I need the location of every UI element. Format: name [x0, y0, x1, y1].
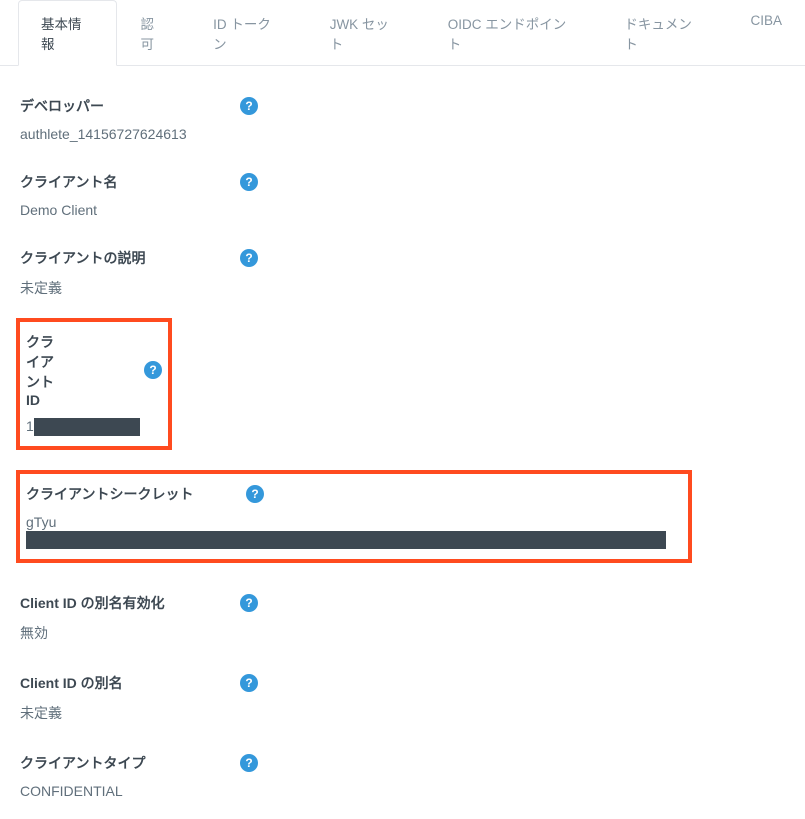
tab-oidc-endpoint[interactable]: OIDC エンドポイント: [425, 0, 602, 66]
tab-jwk-set[interactable]: JWK セット: [307, 0, 425, 66]
developer-value: authlete_14156727624613: [20, 126, 785, 142]
help-icon[interactable]: ?: [240, 97, 258, 115]
help-icon[interactable]: ?: [240, 249, 258, 267]
highlight-client-secret: クライアントシークレット ? gTyu: [16, 470, 692, 562]
field-client-type: クライアントタイプ ? CONFIDENTIAL: [20, 753, 785, 799]
client-secret-value: gTyu: [26, 514, 682, 548]
client-description-value: 未定義: [20, 278, 785, 298]
help-icon[interactable]: ?: [240, 173, 258, 191]
tab-document[interactable]: ドキュメント: [601, 0, 727, 66]
help-icon[interactable]: ?: [144, 361, 162, 379]
client-description-label: クライアントの説明: [20, 248, 240, 268]
tabs: 基本情報 認可 ID トークン JWK セット OIDC エンドポイント ドキュ…: [0, 0, 805, 66]
client-name-label: クライアント名: [20, 172, 240, 192]
client-id-alias-enabled-label: Client ID の別名有効化: [20, 593, 240, 613]
field-client-id-alias-enabled: Client ID の別名有効化 ? 無効: [20, 593, 785, 643]
redacted-client-secret: [26, 531, 666, 549]
field-client-id: クライアント ID ? 1: [26, 332, 162, 436]
tab-id-token[interactable]: ID トークン: [190, 0, 307, 66]
field-client-description: クライアントの説明 ? 未定義: [20, 248, 785, 298]
tab-ciba[interactable]: CIBA: [727, 0, 805, 66]
client-secret-prefix: gTyu: [26, 514, 56, 530]
field-client-id-alias: Client ID の別名 ? 未定義: [20, 673, 785, 723]
help-icon[interactable]: ?: [240, 754, 258, 772]
help-icon[interactable]: ?: [240, 674, 258, 692]
redacted-client-id: [34, 418, 140, 436]
client-id-alias-enabled-value: 無効: [20, 623, 785, 643]
client-id-value: 1: [26, 418, 162, 436]
client-name-value: Demo Client: [20, 202, 785, 218]
client-id-alias-label: Client ID の別名: [20, 673, 240, 693]
client-id-alias-value: 未定義: [20, 703, 785, 723]
client-type-label: クライアントタイプ: [20, 753, 240, 773]
client-id-prefix: 1: [26, 418, 34, 434]
field-client-name: クライアント名 ? Demo Client: [20, 172, 785, 218]
developer-label: デベロッパー: [20, 96, 240, 116]
client-secret-label: クライアントシークレット: [26, 484, 246, 504]
field-developer: デベロッパー ? authlete_14156727624613: [20, 96, 785, 142]
tab-authorization[interactable]: 認可: [117, 0, 190, 66]
client-type-value: CONFIDENTIAL: [20, 783, 785, 799]
tab-basic-info[interactable]: 基本情報: [18, 0, 117, 66]
client-id-label: クライアント ID: [26, 332, 60, 408]
tab-content: デベロッパー ? authlete_14156727624613 クライアント名…: [0, 96, 805, 819]
help-icon[interactable]: ?: [246, 485, 264, 503]
field-client-secret: クライアントシークレット ? gTyu: [26, 484, 682, 548]
help-icon[interactable]: ?: [240, 594, 258, 612]
highlight-client-id: クライアント ID ? 1: [16, 318, 172, 450]
